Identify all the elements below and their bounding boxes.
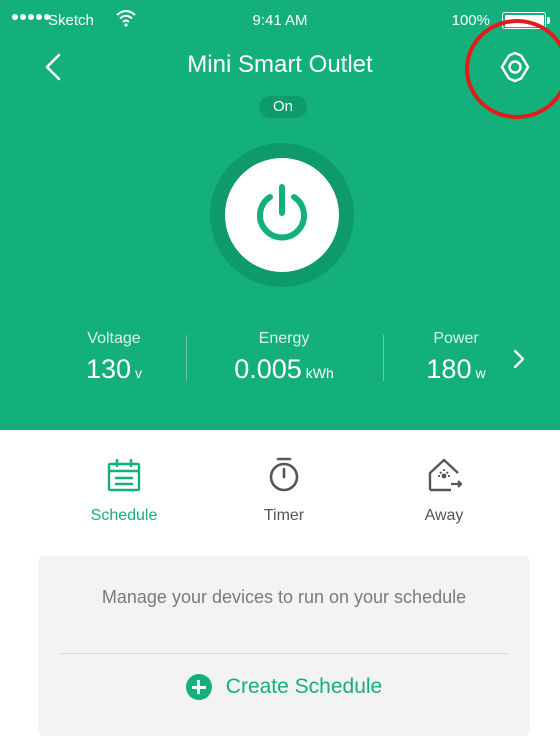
power-icon [257, 184, 307, 241]
metric-value-row: 130 v [54, 354, 174, 385]
metric-divider [383, 335, 384, 381]
metric-unit: v [135, 365, 143, 381]
chevron-right-icon[interactable] [510, 346, 528, 372]
plus-circle-icon [185, 674, 212, 700]
metric-label: Voltage [87, 330, 141, 347]
metric-voltage: Voltage 130 v [54, 330, 174, 385]
metric-power: Power 180 w [396, 330, 516, 385]
status-badge: On [259, 96, 307, 118]
battery-percentage: 100% [451, 12, 490, 29]
calendar-icon [107, 459, 141, 492]
metric-label: Power [433, 330, 479, 347]
tab-away[interactable]: Away [374, 455, 514, 525]
tab-label: Away [424, 507, 464, 524]
tab-timer[interactable]: Timer [214, 455, 354, 525]
create-schedule-button[interactable]: Create Schedule [0, 674, 560, 700]
metric-unit: kWh [305, 365, 334, 381]
create-schedule-label: Create Schedule [225, 675, 383, 698]
metric-value-row: 0.005 kWh [198, 354, 370, 385]
highlight-circle [465, 19, 560, 119]
tab-label: Timer [263, 507, 305, 524]
metric-value: 130 [85, 354, 132, 384]
away-home-icon [428, 458, 463, 492]
metric-energy: Energy 0.005 kWh [198, 330, 370, 385]
stopwatch-icon [269, 457, 299, 492]
card-description: Manage your devices to run on your sched… [101, 587, 467, 607]
metric-divider [186, 335, 187, 381]
battery-tip [547, 17, 550, 24]
tab-schedule[interactable]: Schedule [54, 455, 194, 525]
metric-value-row: 180 w [396, 354, 516, 385]
metric-unit: w [475, 365, 486, 381]
card-divider [60, 653, 508, 654]
metric-value: 0.005 [234, 354, 302, 384]
metric-label: Energy [258, 330, 310, 347]
tab-label: Schedule [90, 507, 158, 524]
metric-value: 180 [426, 354, 472, 384]
